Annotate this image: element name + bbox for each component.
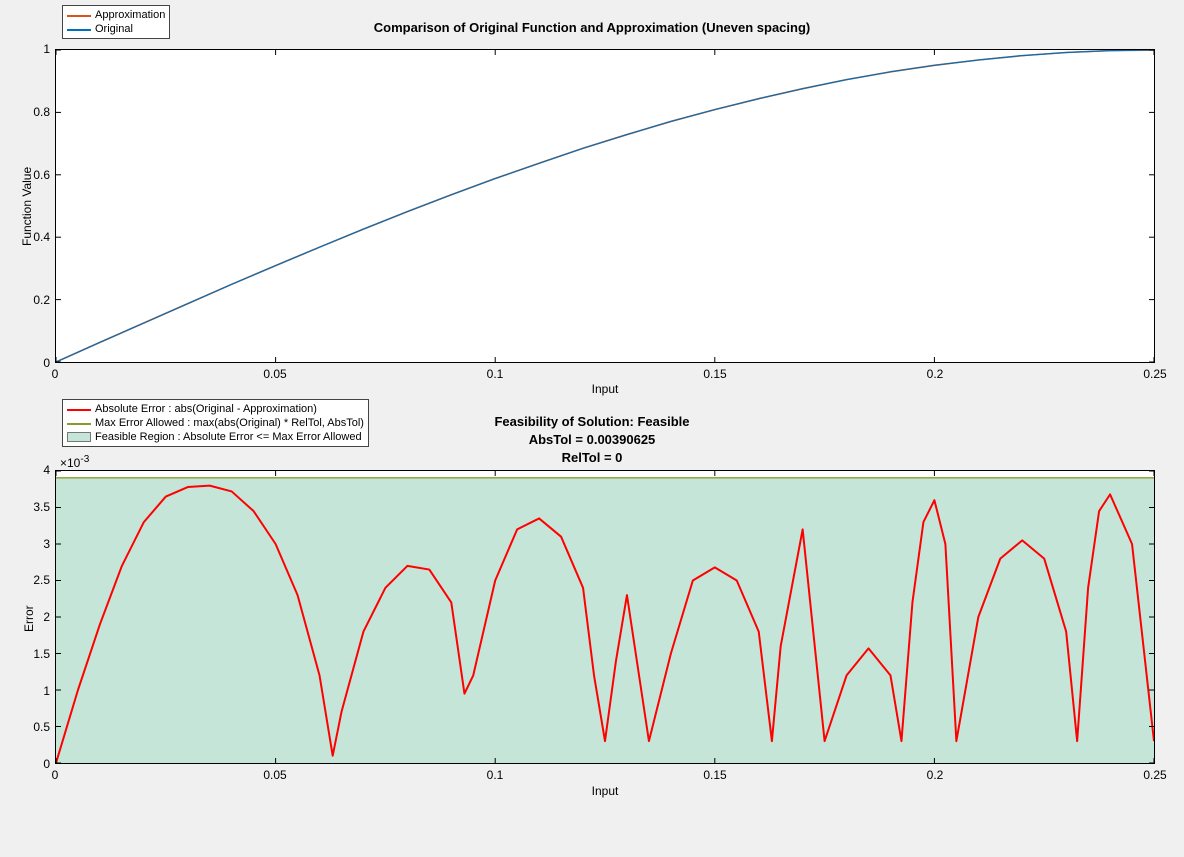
legend-item-abserr[interactable]: Absolute Error : abs(Original - Approxim…: [67, 402, 364, 416]
legend-label-abserr: Absolute Error : abs(Original - Approxim…: [95, 402, 317, 416]
axes-bottom-ytick: 0.5: [33, 720, 50, 734]
axes-bottom-legend[interactable]: Absolute Error : abs(Original - Approxim…: [62, 399, 369, 447]
axes-bottom[interactable]: [55, 470, 1155, 764]
axes-bottom-xtick: 0.2: [920, 768, 950, 782]
legend-swatch-approximation: [67, 10, 91, 20]
axes-top-ytick: 0.2: [33, 293, 50, 307]
axes-top-xlabel: Input: [55, 382, 1155, 396]
axes-bottom-ytick: 2: [43, 610, 50, 624]
axes-top-plot: [56, 50, 1154, 362]
axes-top-xtick: 0.1: [480, 367, 510, 381]
axes-bottom-xtick: 0.1: [480, 768, 510, 782]
axes-top-ylabel: Function Value: [20, 167, 34, 246]
axes-bottom-plot: [56, 471, 1154, 763]
figure: Comparison of Original Function and Appr…: [0, 0, 1184, 857]
legend-swatch-feasreg: [67, 432, 91, 442]
legend-swatch-abserr: [67, 404, 91, 414]
axes-bottom-xlabel: Input: [55, 784, 1155, 798]
legend-label-original: Original: [95, 22, 133, 36]
axes-bottom-xtick: 0.05: [260, 768, 290, 782]
axes-top-title: Comparison of Original Function and Appr…: [0, 20, 1184, 35]
axes-top-ytick: 0.4: [33, 230, 50, 244]
axes-top-xtick: 0: [40, 367, 70, 381]
axes-bottom-ytick: 2.5: [33, 573, 50, 587]
legend-label-approximation: Approximation: [95, 8, 165, 22]
axes-top-xtick: 0.2: [920, 367, 950, 381]
legend-label-feasreg: Feasible Region : Absolute Error <= Max …: [95, 430, 362, 444]
axes-bottom-ytick: 3: [43, 537, 50, 551]
axes-top-legend[interactable]: Approximation Original: [62, 5, 170, 39]
legend-item-maxerr[interactable]: Max Error Allowed : max(abs(Original) * …: [67, 416, 364, 430]
axes-top-xtick: 0.05: [260, 367, 290, 381]
axes-top-xtick: 0.15: [700, 367, 730, 381]
legend-item-approximation[interactable]: Approximation: [67, 8, 165, 22]
legend-label-maxerr: Max Error Allowed : max(abs(Original) * …: [95, 416, 364, 430]
ymultiplier-exp: -3: [80, 454, 89, 465]
axes-top-ytick: 0.8: [33, 105, 50, 119]
axes-top[interactable]: [55, 49, 1155, 363]
legend-item-feasreg[interactable]: Feasible Region : Absolute Error <= Max …: [67, 430, 364, 444]
axes-bottom-ymultiplier: ×10-3: [60, 454, 89, 470]
axes-bottom-ytick: 1.5: [33, 647, 50, 661]
legend-swatch-original: [67, 24, 91, 34]
axes-bottom-title-line3: RelTol = 0: [0, 450, 1184, 465]
legend-swatch-maxerr: [67, 418, 91, 428]
axes-bottom-xtick: 0: [40, 768, 70, 782]
legend-item-original[interactable]: Original: [67, 22, 165, 36]
axes-top-ytick: 0.6: [33, 168, 50, 182]
axes-bottom-ytick: 4: [43, 463, 50, 477]
axes-bottom-ytick: 1: [43, 684, 50, 698]
axes-bottom-xtick: 0.25: [1140, 768, 1170, 782]
axes-top-xtick: 0.25: [1140, 367, 1170, 381]
axes-bottom-ylabel: Error: [22, 605, 36, 632]
ymultiplier-base: ×10: [60, 456, 80, 470]
axes-top-ytick: 1: [43, 42, 50, 56]
axes-bottom-ytick: 3.5: [33, 500, 50, 514]
axes-bottom-xtick: 0.15: [700, 768, 730, 782]
